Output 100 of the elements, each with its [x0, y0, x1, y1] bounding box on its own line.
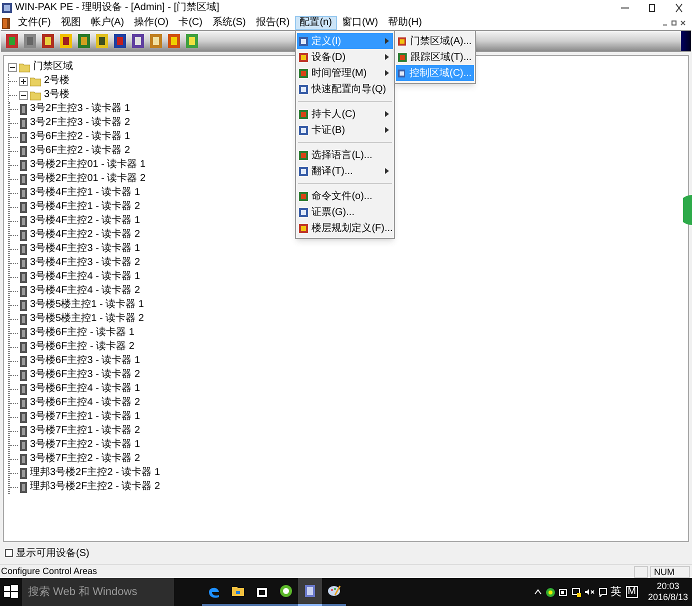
- tree-item[interactable]: 3号楼4F主控1 - 读卡器 2: [29, 201, 142, 213]
- collapse-icon[interactable]: [8, 62, 17, 72]
- card-reader-icon: [20, 230, 27, 240]
- tree-item[interactable]: 3号6F主控2 - 读卡器 2: [29, 145, 132, 157]
- tree-item[interactable]: 3号2F主控3 - 读卡器 1: [29, 103, 132, 115]
- tree-item[interactable]: 3号楼: [43, 89, 71, 101]
- clock-date[interactable]: 2016/8/13: [648, 592, 688, 603]
- muted-speaker-icon[interactable]: [584, 588, 595, 596]
- tree-item[interactable]: 3号楼7F主控1 - 读卡器 2: [29, 425, 142, 437]
- ime-indicator[interactable]: 英: [610, 584, 622, 600]
- card-reader-icon: [20, 398, 27, 408]
- menu-item[interactable]: 帐户(A): [86, 16, 130, 30]
- browser-icon: [278, 583, 294, 599]
- status-pane: [634, 566, 648, 578]
- chevron-up-icon[interactable]: [534, 589, 542, 595]
- tree-item[interactable]: 3号楼6F主控 - 读卡器 1: [29, 327, 136, 339]
- menu-item[interactable]: 卡(C): [174, 16, 208, 30]
- tree-item[interactable]: 3号楼7F主控2 - 读卡器 1: [29, 439, 142, 451]
- tree-item[interactable]: 2号楼: [43, 75, 71, 87]
- checkbox-label[interactable]: 显示可用设备(S): [16, 546, 90, 560]
- tree-item[interactable]: 3号楼7F主控1 - 读卡器 1: [29, 411, 142, 423]
- card-reader-icon: [20, 482, 27, 492]
- tree-item[interactable]: 理邦3号楼2F主控2 - 读卡器 2: [29, 481, 162, 493]
- menu-item[interactable]: 报告(R): [250, 16, 295, 30]
- tree-item[interactable]: 门禁区域: [32, 61, 74, 73]
- tree-item[interactable]: 3号楼6F主控 - 读卡器 2: [29, 341, 136, 353]
- floating-widget-icon[interactable]: [683, 195, 692, 225]
- tree-item[interactable]: 3号6F主控2 - 读卡器 1: [29, 131, 132, 143]
- card-reader-icon: [20, 384, 27, 394]
- toolbar-icon[interactable]: [23, 33, 37, 49]
- tree-item[interactable]: 3号楼4F主控3 - 读卡器 2: [29, 257, 142, 269]
- toolbar-icon[interactable]: [131, 33, 145, 49]
- tree-item[interactable]: 3号楼6F主控3 - 读卡器 2: [29, 369, 142, 381]
- tree-item[interactable]: 3号楼4F主控3 - 读卡器 1: [29, 243, 142, 255]
- tree-item[interactable]: 3号楼5楼主控1 - 读卡器 2: [29, 313, 145, 325]
- menu-entry[interactable]: 设备(D): [296, 49, 393, 65]
- toolbar-icon[interactable]: [5, 33, 19, 49]
- taskbar-app[interactable]: [298, 578, 322, 606]
- tree-item[interactable]: 3号楼6F主控4 - 读卡器 1: [29, 383, 142, 395]
- menu-entry[interactable]: 证票(G)...: [296, 204, 393, 220]
- tree-item[interactable]: 3号楼4F主控2 - 读卡器 2: [29, 229, 142, 241]
- submenu-entry[interactable]: 门禁区域(A)...: [396, 33, 474, 49]
- close-icon[interactable]: [674, 3, 684, 13]
- expand-icon[interactable]: [19, 76, 28, 86]
- card-reader-icon: [20, 286, 27, 296]
- tree-item[interactable]: 3号楼4F主控4 - 读卡器 2: [29, 285, 142, 297]
- tree-item[interactable]: 理邦3号楼2F主控2 - 读卡器 1: [29, 467, 162, 479]
- tree-item[interactable]: 3号楼4F主控4 - 读卡器 1: [29, 271, 142, 283]
- menu-item[interactable]: 视图: [56, 16, 86, 30]
- menu-entry[interactable]: 翻译(T)...: [296, 163, 393, 179]
- menu-entry[interactable]: 快速配置向导(Q): [296, 81, 393, 97]
- app-icon: [2, 3, 12, 13]
- window-title: WIN-PAK PE - 理明设备 - [Admin] - [门禁区域]: [15, 3, 220, 13]
- mdi-restore-icon[interactable]: [671, 20, 677, 26]
- menu-entry[interactable]: 选择语言(L)...: [296, 147, 393, 163]
- menu-entry[interactable]: 持卡人(C): [296, 106, 393, 122]
- tree-item[interactable]: 3号楼5楼主控1 - 读卡器 1: [29, 299, 145, 311]
- door-icon: [2, 18, 10, 28]
- menu-entry[interactable]: 卡证(B): [296, 122, 393, 138]
- card-reader-icon: [20, 118, 27, 128]
- toolbar-icon[interactable]: [41, 33, 55, 49]
- card-reader-icon: [20, 160, 27, 170]
- tree-item[interactable]: 3号楼2F主控01 - 读卡器 2: [29, 173, 147, 185]
- notification-icon[interactable]: [598, 588, 607, 596]
- tree-item[interactable]: 3号楼4F主控2 - 读卡器 1: [29, 215, 142, 227]
- tree-item[interactable]: 3号楼4F主控1 - 读卡器 1: [29, 187, 142, 199]
- submenu-entry[interactable]: 跟踪区域(T)...: [396, 49, 474, 65]
- status-text: Configure Control Areas: [0, 564, 98, 578]
- restore-icon[interactable]: [647, 3, 657, 13]
- checkbox[interactable]: [5, 549, 13, 557]
- toolbar-icon[interactable]: [77, 33, 91, 49]
- toolbar-icon[interactable]: [167, 33, 181, 49]
- ime-mode-indicator[interactable]: M: [626, 586, 638, 598]
- toolbar-icon[interactable]: [59, 33, 73, 49]
- tray-app-icon[interactable]: [546, 588, 555, 596]
- tree-item[interactable]: 3号楼6F主控4 - 读卡器 2: [29, 397, 142, 409]
- toolbar-icon[interactable]: [113, 33, 127, 49]
- card-reader-icon: [20, 342, 27, 352]
- tree-item[interactable]: 3号2F主控3 - 读卡器 2: [29, 117, 132, 129]
- tree-item[interactable]: 3号楼2F主控01 - 读卡器 1: [29, 159, 147, 171]
- menu-item[interactable]: 窗口(W): [336, 16, 384, 30]
- clock-time[interactable]: 20:03: [656, 581, 680, 592]
- mdi-close-icon[interactable]: [680, 20, 686, 26]
- menu-item[interactable]: 系统(S): [207, 16, 251, 30]
- menu-item[interactable]: 帮助(H): [383, 16, 427, 30]
- collapse-icon[interactable]: [19, 90, 28, 100]
- card-reader-icon: [20, 216, 27, 226]
- menu-item[interactable]: 文件(F): [13, 16, 56, 30]
- tree-item[interactable]: 3号楼7F主控2 - 读卡器 2: [29, 453, 142, 465]
- menu-item[interactable]: 配置(n): [294, 16, 337, 30]
- tree-item[interactable]: 3号楼6F主控3 - 读卡器 1: [29, 355, 142, 367]
- card-reader-icon: [20, 426, 27, 436]
- search-field[interactable]: 搜索 Web 和 Windows: [22, 578, 174, 606]
- menu-entry[interactable]: 命令文件(o)...: [296, 188, 393, 204]
- card-reader-icon: [20, 202, 27, 212]
- menu-item[interactable]: 操作(O): [129, 16, 174, 30]
- toolbar-icon[interactable]: [95, 33, 109, 49]
- menu-entry[interactable]: 楼层规划定义(F)...: [296, 220, 393, 236]
- card-reader-icon: [20, 132, 27, 142]
- menu-entry[interactable]: 时间管理(M): [296, 65, 393, 81]
